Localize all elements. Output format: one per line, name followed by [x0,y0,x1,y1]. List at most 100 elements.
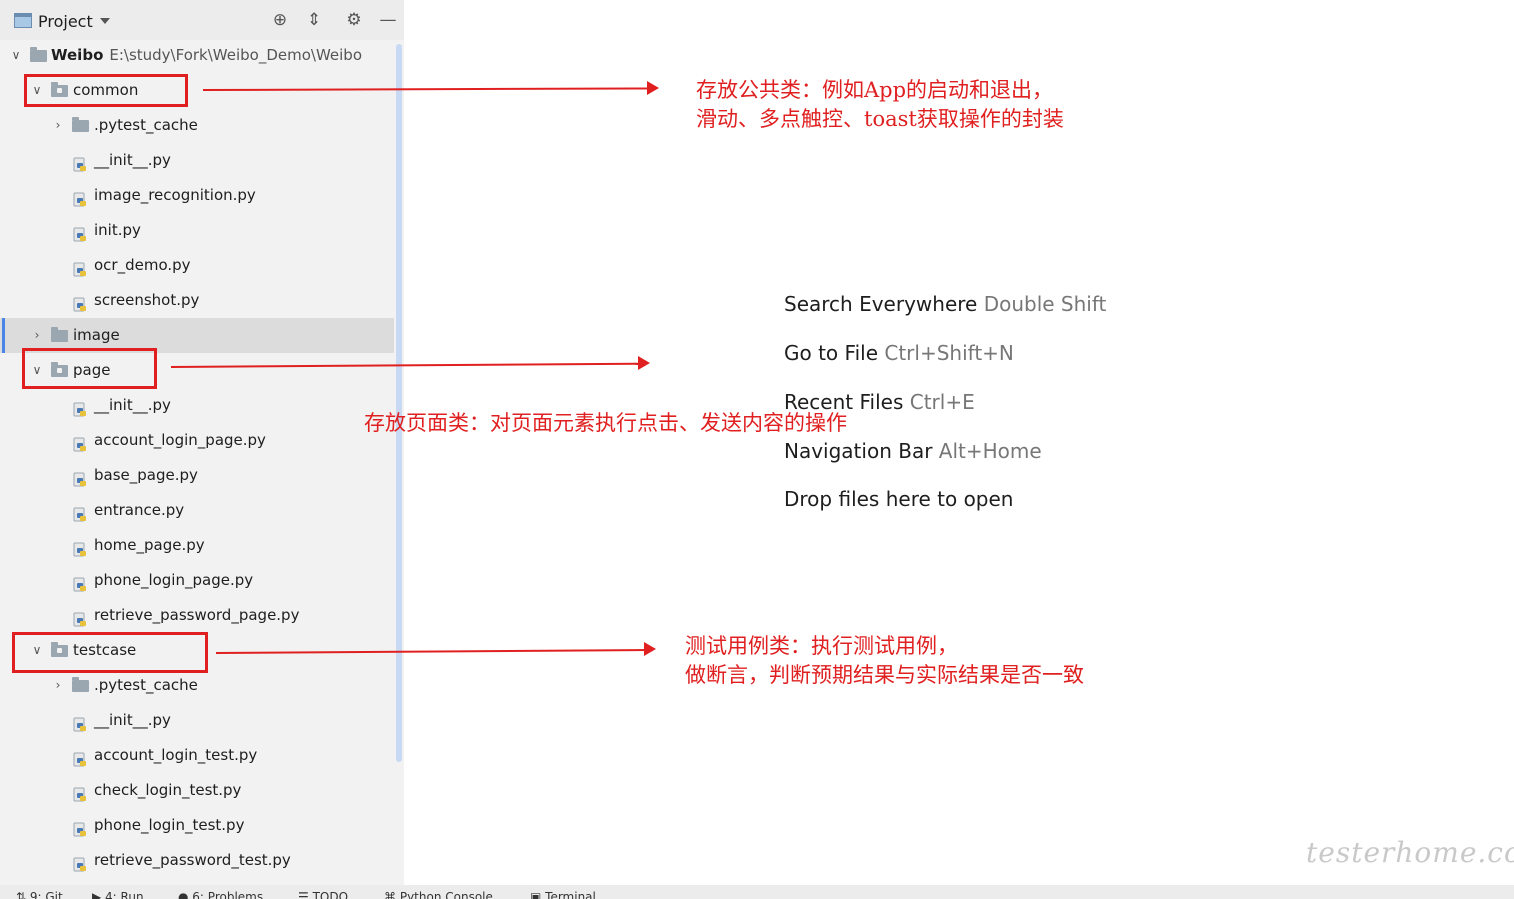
folder-label: .pytest_cache [94,676,198,694]
tree-node-file[interactable]: init.py [0,213,396,248]
python-file-icon [73,852,89,872]
hint-action: Go to File [784,341,878,365]
highlight-box-common [24,74,188,107]
file-label: phone_login_test.py [94,816,245,834]
hint-drop-files: Drop files here to open [784,487,1013,511]
arrow-head-icon [644,642,656,656]
annotation-testcase: 测试用例类：执行测试用例， 做断言，判断预期结果与实际结果是否一致 [685,632,1084,690]
minimize-icon[interactable]: — [377,9,399,31]
tab-terminal[interactable]: ▣ Terminal [530,890,596,899]
file-label: __init__.py [94,396,171,414]
tree-node-file[interactable]: home_page.py [0,528,396,563]
annotation-page: 存放页面类：对页面元素执行点击、发送内容的操作 [364,409,847,438]
hint-action: Recent Files [784,390,904,414]
tree-node-file[interactable]: image_recognition.py [0,178,396,213]
file-label: check_login_test.py [94,781,242,799]
file-label: screenshot.py [94,291,200,309]
tree-node-file[interactable]: __init__.py [0,388,396,423]
annotation-line: 测试用例类：执行测试用例， [685,634,958,658]
file-label: account_login_page.py [94,431,266,449]
python-file-icon [73,152,89,172]
chevron-down-icon[interactable] [100,18,110,24]
python-file-icon [73,502,89,522]
annotation-line: 存放页面类：对页面元素执行点击、发送内容的操作 [364,411,847,435]
tree-node-file[interactable]: phone_login_test.py [0,808,396,843]
hint-shortcut: Ctrl+Shift+N [884,341,1014,365]
bottom-tool-bar: ⇅ 9: Git ▶ 4: Run ● 6: Problems ☰ TODO ⌘… [0,885,1514,899]
tab-label: Terminal [545,890,596,899]
hint-action: Drop files here to open [784,487,1014,511]
folder-icon [51,327,68,342]
tree-node-file[interactable]: __init__.py [0,703,396,738]
python-file-icon [73,607,89,627]
tree-node-file[interactable]: retrieve_password_page.py [0,598,396,633]
project-toolbar: Project ⊕ ⇕ ⚙ — [0,0,404,40]
python-file-icon [73,467,89,487]
tree-node-file[interactable]: phone_login_page.py [0,563,396,598]
tab-label: 9: Git [29,890,63,899]
highlight-box-testcase [12,632,208,673]
project-view-title[interactable]: Project [38,12,93,31]
file-label: __init__.py [94,711,171,729]
file-label: retrieve_password_page.py [94,606,300,624]
tab-problems[interactable]: ● 6: Problems [178,890,263,899]
tree-node-pytest-cache[interactable]: › .pytest_cache [0,668,396,703]
chevron-down-icon[interactable]: ∨ [9,38,23,73]
python-file-icon [73,432,89,452]
tree-node-file[interactable]: check_login_test.py [0,773,396,808]
chevron-right-icon[interactable]: › [51,108,65,143]
annotation-line: 存放公共类：例如App的启动和退出， [696,78,1054,102]
tree-node-file[interactable]: entrance.py [0,493,396,528]
tab-label: Python Console [399,890,493,899]
hint-search-everywhere: Search Everywhere Double Shift [784,292,1106,316]
file-label: image_recognition.py [94,186,256,204]
scrollbar-thumb[interactable] [396,44,402,762]
file-label: account_login_test.py [94,746,258,764]
annotation-line: 滑动、多点触控、toast获取操作的封装 [696,107,1064,131]
tree-node-file[interactable]: retrieve_password_test.py [0,843,396,878]
arrow-head-icon [638,356,650,370]
tree-node-file[interactable]: __init__.py [0,143,396,178]
collapse-all-icon[interactable]: ⇕ [303,9,325,31]
folder-label: .pytest_cache [94,116,198,134]
tree-node-file[interactable]: screenshot.py [0,283,396,318]
chevron-right-icon[interactable]: › [51,668,65,703]
tree-node-file[interactable]: base_page.py [0,458,396,493]
hint-action: Navigation Bar [784,439,933,463]
tab-python-console[interactable]: ⌘ Python Console [384,890,493,899]
folder-icon [30,47,47,62]
hint-shortcut: Double Shift [983,292,1107,316]
hint-recent-files: Recent Files Ctrl+E [784,390,975,414]
tab-label: 4: Run [105,890,144,899]
tree-node-file[interactable]: ocr_demo.py [0,248,396,283]
python-file-icon [73,782,89,802]
root-folder-path: E:\study\Fork\Weibo_Demo\Weibo [109,46,363,64]
project-tool-window: Project ⊕ ⇕ ⚙ — ∨ Weibo E:\study\Fork\Wei… [0,0,404,885]
root-folder-name: Weibo [51,46,104,64]
python-file-icon [73,292,89,312]
python-file-icon [73,817,89,837]
tree-node-root[interactable]: ∨ Weibo E:\study\Fork\Weibo_Demo\Weibo [0,38,396,73]
tab-todo[interactable]: ☰ TODO [298,890,348,899]
file-label: __init__.py [94,151,171,169]
tree-node-pytest-cache[interactable]: › .pytest_cache [0,108,396,143]
python-file-icon [73,397,89,417]
folder-icon [72,117,89,132]
locate-target-icon[interactable]: ⊕ [269,9,291,31]
python-file-icon [73,712,89,732]
python-file-icon [73,222,89,242]
tree-node-file[interactable]: account_login_page.py [0,423,396,458]
file-label: base_page.py [94,466,198,484]
hint-navigation-bar: Navigation Bar Alt+Home [784,439,1042,463]
python-file-icon [73,257,89,277]
python-file-icon [73,747,89,767]
tab-label: TODO [312,890,349,899]
tab-run[interactable]: ▶ 4: Run [92,890,144,899]
tree-node-file[interactable]: account_login_test.py [0,738,396,773]
gear-icon[interactable]: ⚙ [343,9,365,31]
hint-action: Search Everywhere [784,292,978,316]
watermark: testerhome.com [1306,836,1514,869]
folder-icon [72,677,89,692]
tab-git[interactable]: ⇅ 9: Git [16,890,63,899]
file-label: phone_login_page.py [94,571,254,589]
